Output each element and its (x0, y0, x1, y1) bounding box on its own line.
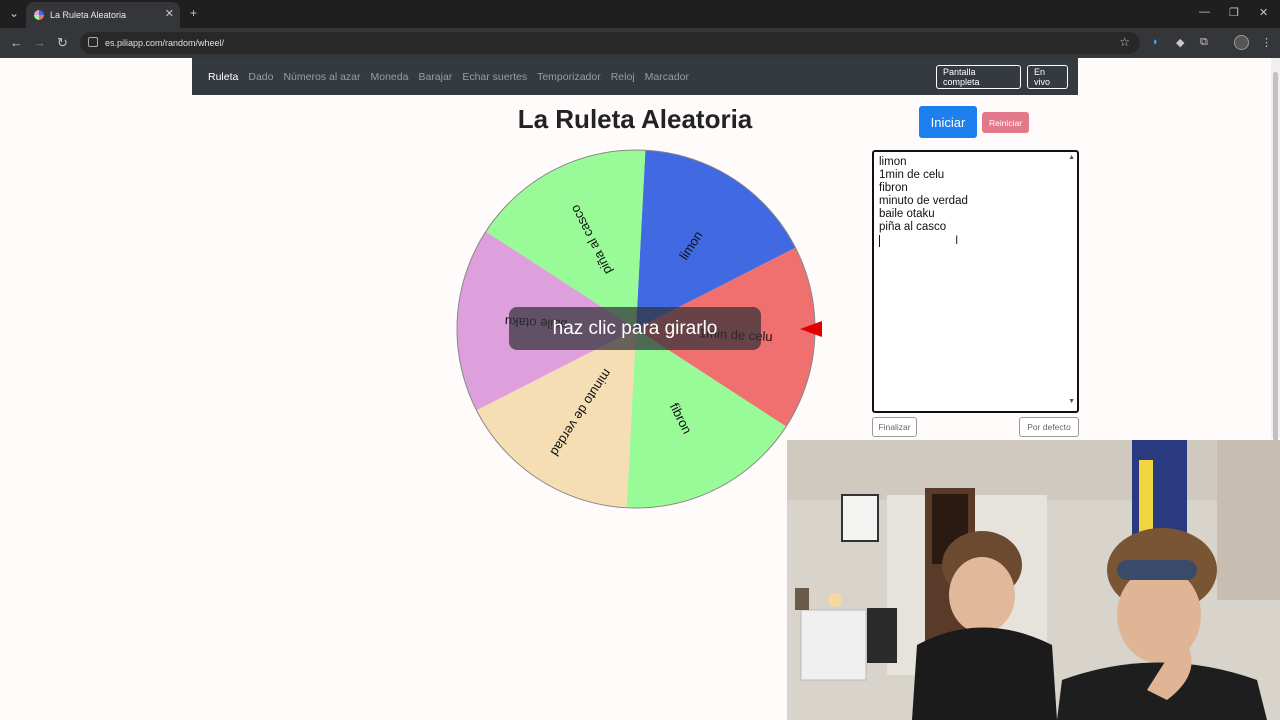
extensions-puzzle-icon[interactable]: ⧉ (1200, 36, 1208, 49)
entry-line: 1min de celu (879, 169, 945, 181)
wheel-pointer-icon (800, 321, 822, 337)
nav-link-barajar[interactable]: Barajar (418, 71, 452, 83)
ibeam-cursor-icon: I (955, 233, 959, 247)
spin-overlay[interactable]: haz clic para girarlo (509, 307, 761, 350)
start-button[interactable]: Iniciar (919, 106, 977, 138)
restore-button[interactable]: ❐ (1229, 6, 1239, 19)
reload-icon[interactable]: ↻ (57, 35, 68, 51)
menu-dots-icon[interactable]: ⋮ (1261, 36, 1272, 49)
nav-link-moneda[interactable]: Moneda (371, 71, 409, 83)
scroll-down-icon[interactable]: ▼ (1068, 398, 1075, 405)
tab-title: La Ruleta Aleatoria (50, 10, 127, 20)
default-button[interactable]: Por defecto (1019, 417, 1079, 437)
page-title: La Ruleta Aleatoria (517, 104, 753, 134)
profile-avatar[interactable] (1234, 35, 1249, 50)
url-text: es.piliapp.com/random/wheel/ (105, 38, 225, 48)
tab-search-icon[interactable]: ⌄ (9, 6, 19, 20)
address-bar-row: ← → ↻ es.piliapp.com/random/wheel/ ☆ ◗ ◆… (0, 28, 1280, 58)
scrollbar-thumb[interactable] (1273, 72, 1278, 452)
live-button[interactable]: En vivo (1027, 65, 1068, 89)
scroll-up-icon[interactable]: ▲ (1068, 154, 1075, 161)
entry-line: fibron (879, 182, 908, 194)
browser-tab-bar: ⌄ La Ruleta Aleatoria ✕ + — ❐ ✕ (0, 0, 1280, 28)
nav-link-numeros[interactable]: Números al azar (283, 71, 360, 83)
nav-link-dado[interactable]: Dado (248, 71, 273, 83)
back-icon[interactable]: ← (10, 35, 23, 50)
entry-line: piña al casco (879, 221, 947, 233)
site-navbar: Ruleta Dado Números al azar Moneda Baraj… (192, 58, 1078, 95)
site-info-icon[interactable] (88, 37, 98, 47)
entry-line: minuto de verdad (879, 195, 968, 207)
nav-link-marcador[interactable]: Marcador (645, 71, 689, 83)
bookmark-star-icon[interactable]: ☆ (1119, 35, 1130, 49)
fullscreen-button[interactable]: Pantalla completa (936, 65, 1021, 89)
nav-link-reloj[interactable]: Reloj (611, 71, 635, 83)
favicon-icon (34, 10, 44, 20)
nav-link-ruleta[interactable]: Ruleta (208, 71, 238, 83)
reset-button[interactable]: Reiniciar (982, 112, 1029, 133)
page-scrollbar[interactable] (1271, 58, 1280, 452)
nav-link-temporizador[interactable]: Temporizador (537, 71, 601, 83)
finish-button[interactable]: Finalizar (872, 417, 917, 437)
text-caret (879, 235, 880, 247)
extension-diamond-icon[interactable]: ◆ (1176, 36, 1184, 49)
nav-link-echar-suertes[interactable]: Echar suertes (462, 71, 527, 83)
webcam-feed (787, 440, 1280, 720)
window-close-button[interactable]: ✕ (1259, 6, 1268, 19)
tab-close-icon[interactable]: ✕ (165, 7, 174, 20)
new-tab-button[interactable]: + (190, 6, 197, 20)
minimize-button[interactable]: — (1199, 6, 1210, 18)
entry-line: baile otaku (879, 208, 935, 220)
forward-icon[interactable]: → (33, 35, 46, 50)
extension-icon[interactable]: ◗ (1152, 36, 1159, 48)
entries-textarea[interactable]: limon 1min de celu fibron minuto de verd… (872, 150, 1079, 413)
webcam-image (787, 440, 1280, 720)
entry-line: limon (879, 156, 907, 168)
url-field[interactable]: es.piliapp.com/random/wheel/ ☆ (80, 32, 1140, 54)
browser-tab[interactable]: La Ruleta Aleatoria ✕ (26, 2, 180, 28)
